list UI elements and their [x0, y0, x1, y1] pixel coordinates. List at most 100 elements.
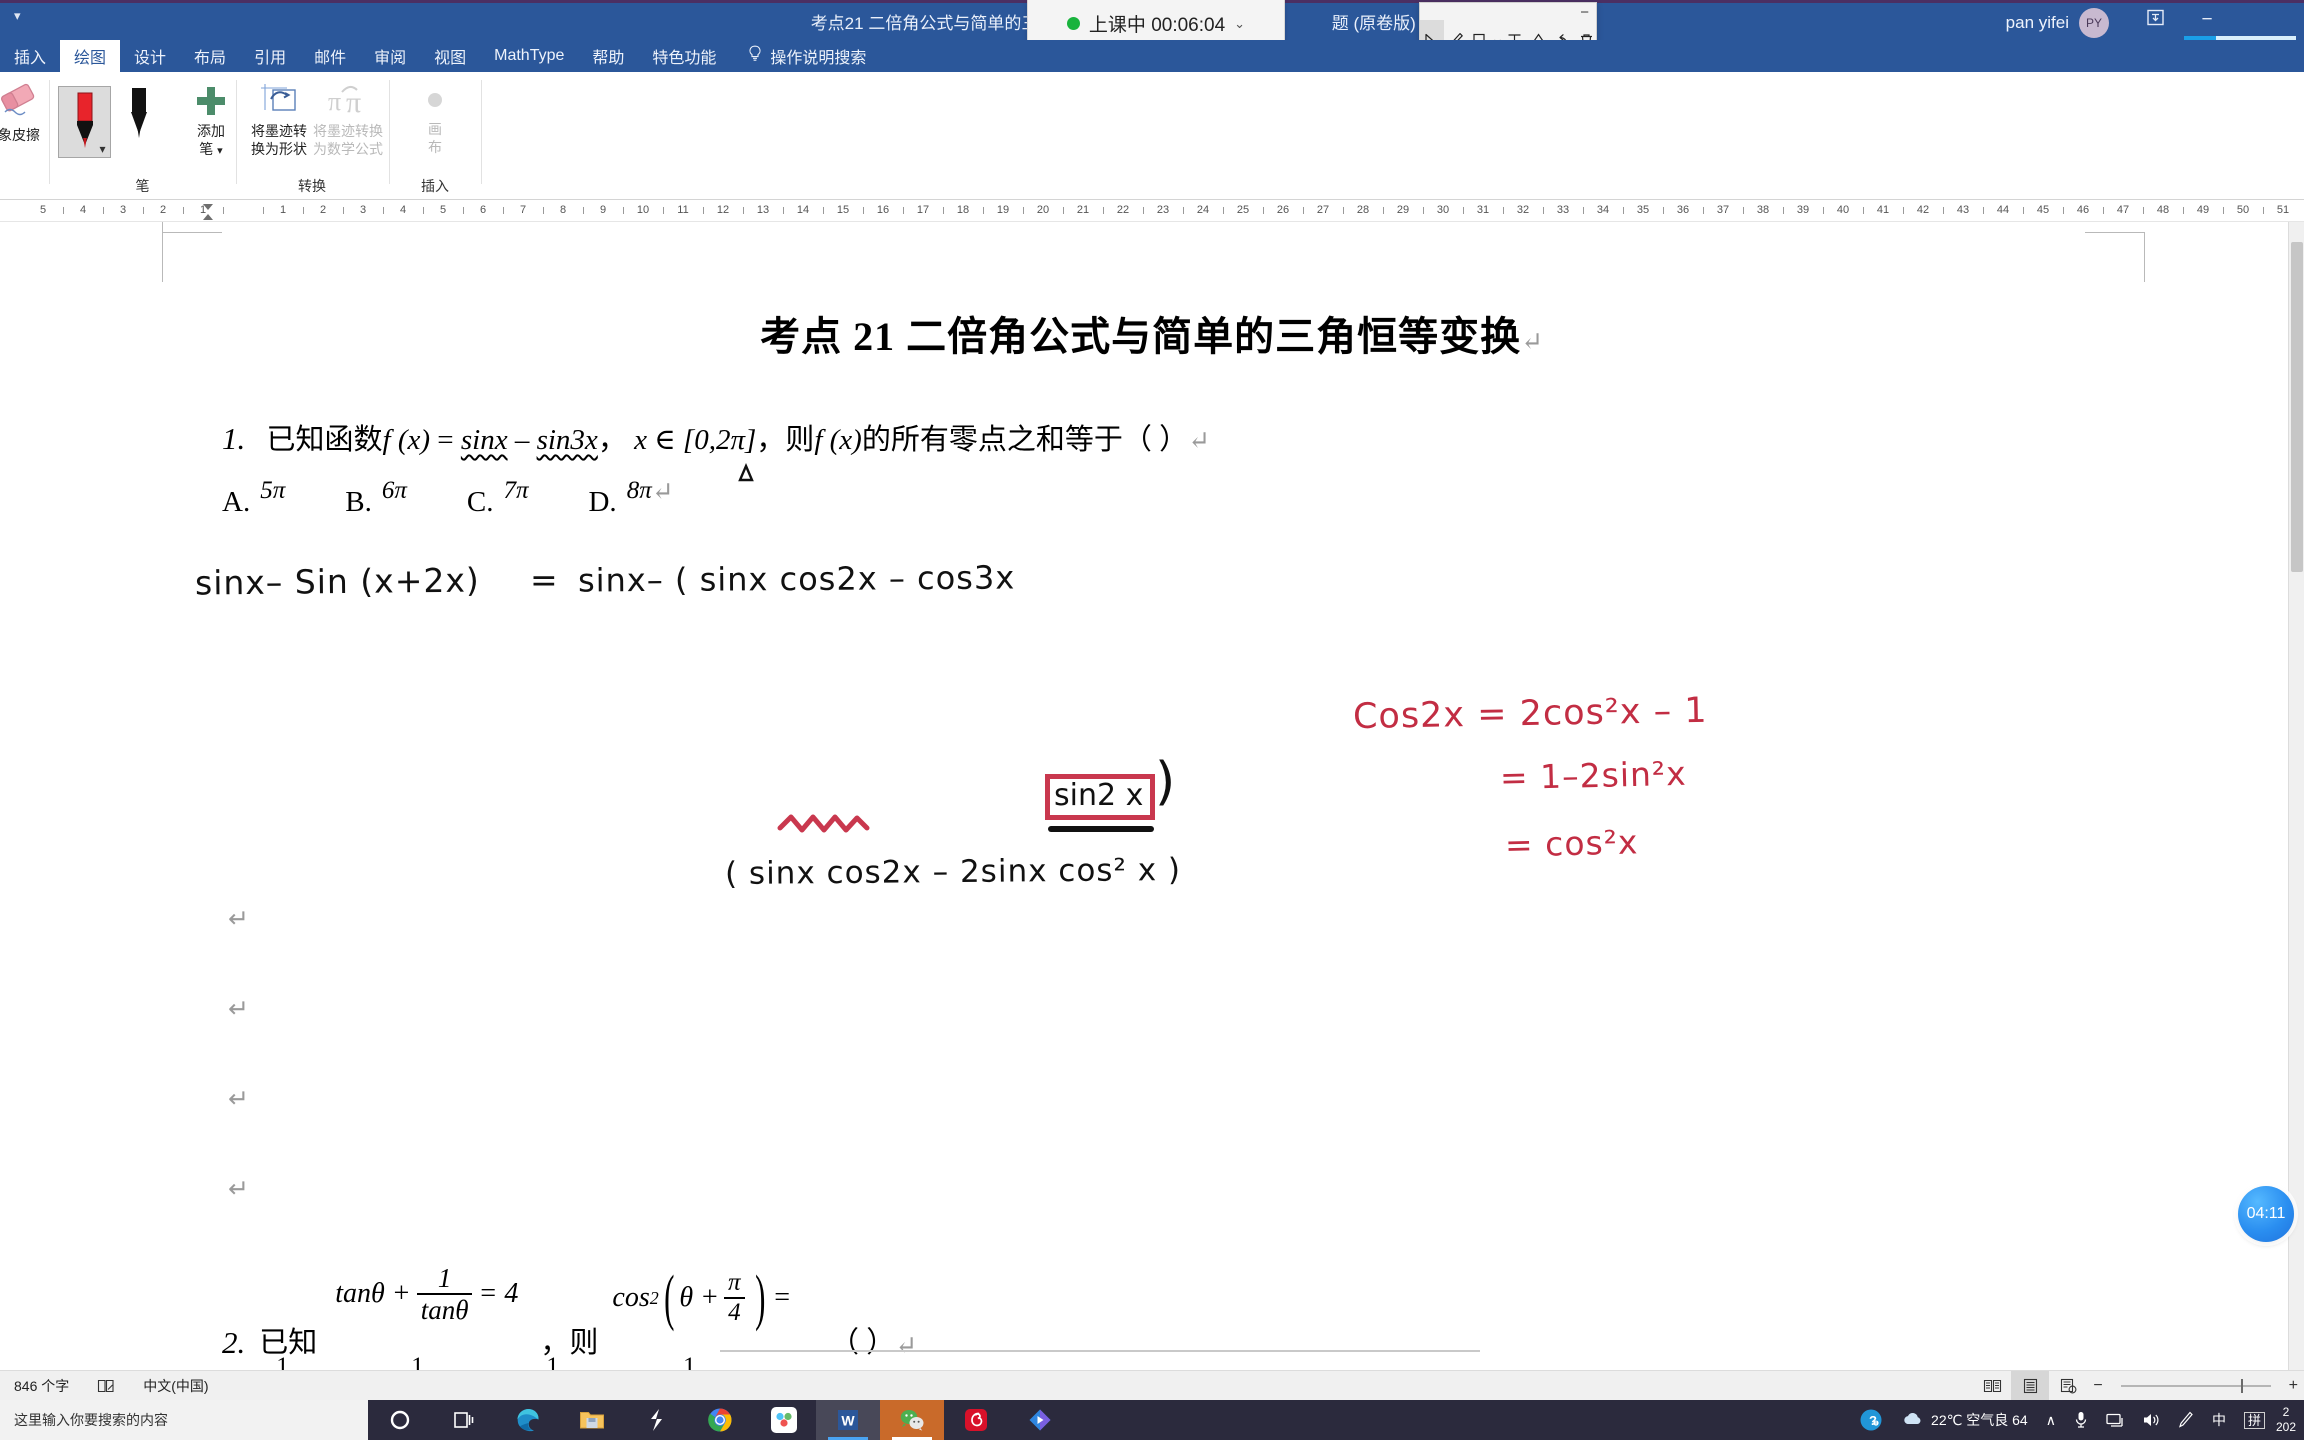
- zoom-in-button[interactable]: +: [2283, 1377, 2304, 1395]
- word-count[interactable]: 846 个字: [0, 1376, 83, 1396]
- tab-mathtype[interactable]: MathType: [480, 40, 578, 72]
- svg-text:π: π: [328, 87, 341, 116]
- clock[interactable]: 2 202: [2276, 1405, 2298, 1435]
- microphone-icon[interactable]: [2067, 1411, 2095, 1429]
- ruler-tick: [543, 207, 544, 214]
- ruler-tick: [1983, 207, 1984, 214]
- microsoft-word-icon[interactable]: W: [816, 1400, 880, 1440]
- pen-icon[interactable]: [2171, 1411, 2201, 1429]
- weather-widget[interactable]: 22℃ 空气良 64: [1894, 1410, 2035, 1430]
- ruler-mark: 46: [2076, 204, 2090, 216]
- document-canvas[interactable]: 考点 21 二倍角公式与简单的三角恒等变换↵ 1. 已知函数f (x) = si…: [0, 222, 2304, 1370]
- ppt-player-icon[interactable]: [1008, 1400, 1072, 1440]
- q1-option-d[interactable]: D. 8π: [588, 477, 651, 519]
- question-2-options: A. 1 5 B. 1 4: [222, 1353, 721, 1370]
- q2-option-a[interactable]: A. 1 5: [222, 1353, 293, 1370]
- q2-option-b[interactable]: B. 1 4: [359, 1353, 428, 1370]
- ruler-tick: [623, 207, 624, 214]
- google-chrome-icon[interactable]: [688, 1400, 752, 1440]
- q1-option-c[interactable]: C. 7π: [467, 477, 529, 519]
- zoom-out-button[interactable]: −: [2087, 1377, 2108, 1395]
- ruler-mark: 35: [1636, 204, 1650, 216]
- q2-tan-lhs: tanθ +: [335, 1278, 411, 1310]
- weather-text: 22℃ 空气良 64: [1931, 1412, 2028, 1428]
- add-pen-button[interactable]: 添加笔 ▾: [180, 84, 242, 158]
- zoom-slider-knob[interactable]: [2240, 1379, 2243, 1393]
- language-status[interactable]: 中文(中国): [129, 1376, 222, 1396]
- network-icon[interactable]: [2099, 1412, 2131, 1428]
- avatar[interactable]: PY: [2079, 8, 2109, 38]
- show-hidden-icons-chevron-icon[interactable]: ∧: [2039, 1412, 2063, 1429]
- chevron-down-icon[interactable]: ⌄: [1234, 16, 1245, 32]
- tab-view[interactable]: 视图: [420, 40, 480, 72]
- read-mode-view-button[interactable]: [1973, 1371, 2011, 1401]
- question-1-options: A. 5π B. 6π C. 7π D. 8π ↵: [222, 477, 674, 519]
- document-page[interactable]: 考点 21 二倍角公式与简单的三角恒等变换↵ 1. 已知函数f (x) = si…: [0, 222, 2304, 1370]
- volume-icon[interactable]: [2135, 1412, 2167, 1428]
- scrollbar-thumb[interactable]: [2291, 242, 2303, 572]
- ink-close-paren: ): [1155, 752, 1176, 812]
- timer-bubble[interactable]: 04:11: [2238, 1186, 2294, 1242]
- ruler-mark: 19: [996, 204, 1010, 216]
- ime-mode-indicator[interactable]: 拼: [2237, 1411, 2272, 1429]
- snipaste-icon[interactable]: [624, 1400, 688, 1440]
- tab-help[interactable]: 帮助: [578, 40, 638, 72]
- ruler-tick: [223, 207, 224, 214]
- horizontal-ruler[interactable]: 5 4 3 2 1 1 2 3 4 5 6 7 8 9 10 11 12 13 14 15 16 17 18 19 20 21 22…: [0, 200, 2304, 222]
- red-pen-button[interactable]: ▾: [58, 86, 111, 172]
- q2-option-c[interactable]: C. 1 3: [494, 1353, 563, 1370]
- ruler-tick: [1143, 207, 1144, 214]
- quick-access-toolbar-icon[interactable]: ▾: [14, 8, 20, 24]
- file-explorer-icon[interactable]: [560, 1400, 624, 1440]
- zoom-slider[interactable]: [2120, 1379, 2271, 1393]
- tab-design[interactable]: 设计: [120, 40, 180, 72]
- ruler-mark: 14: [796, 204, 810, 216]
- tab-layout[interactable]: 布局: [180, 40, 240, 72]
- add-pen-icon: [194, 84, 228, 123]
- ruler-left-indent-marker[interactable]: [200, 200, 216, 222]
- q2-pi-den: 4: [728, 1299, 741, 1327]
- proofing-errors-icon[interactable]: [83, 1378, 129, 1394]
- tab-references[interactable]: 引用: [240, 40, 300, 72]
- add-pen-label: 添加笔 ▾: [197, 123, 225, 157]
- q2-option-d[interactable]: D. 1 2: [629, 1353, 700, 1370]
- q2-answer-blank[interactable]: （ ）: [830, 1319, 895, 1361]
- ime-language-indicator[interactable]: 中: [2205, 1410, 2233, 1430]
- wechat-icon[interactable]: [880, 1400, 944, 1440]
- tab-review[interactable]: 审阅: [360, 40, 420, 72]
- user-account[interactable]: pan yifei PY: [2006, 8, 2109, 38]
- netease-music-icon[interactable]: [944, 1400, 1008, 1440]
- q1-option-a[interactable]: A. 5π: [222, 477, 285, 519]
- tab-draw[interactable]: 绘图: [60, 40, 121, 72]
- ink-to-math-button: π π 将墨迹转换 为数学公式: [313, 80, 383, 158]
- q1-option-a-value: 5π: [260, 477, 286, 504]
- tab-mailings[interactable]: 邮件: [300, 40, 360, 72]
- red-pen-chevron-icon[interactable]: ▾: [99, 142, 105, 156]
- microsoft-edge-icon[interactable]: [496, 1400, 560, 1440]
- ink-toolbar-minimize-icon[interactable]: −: [1580, 4, 1589, 21]
- print-layout-view-button[interactable]: [2011, 1371, 2050, 1401]
- help-circle-icon[interactable]: ? i: [1852, 1408, 1890, 1432]
- q1-option-b[interactable]: B. 6π: [345, 477, 407, 519]
- ink-to-shape-button[interactable]: 将墨迹转 换为形状: [247, 80, 311, 158]
- tell-me-search[interactable]: 操作说明搜索: [730, 40, 880, 72]
- black-pen-button[interactable]: [122, 86, 156, 153]
- tab-featured[interactable]: 特色功能: [638, 40, 730, 72]
- search-input[interactable]: 这里输入你要搜索的内容: [0, 1400, 368, 1440]
- eraser-button[interactable]: 象皮擦: [0, 82, 48, 145]
- ruler-tick: [503, 207, 504, 214]
- vertical-scrollbar[interactable]: [2288, 222, 2304, 1370]
- task-view-icon[interactable]: [432, 1400, 496, 1440]
- minimize-icon[interactable]: −: [2190, 8, 2224, 32]
- ribbon-display-options-icon[interactable]: [2138, 8, 2172, 34]
- classin-icon[interactable]: [752, 1400, 816, 1440]
- tab-insert[interactable]: 插入: [0, 40, 60, 72]
- web-layout-view-button[interactable]: [2049, 1371, 2087, 1401]
- ruler-tick: [1503, 207, 1504, 214]
- eraser-group: 象皮擦: [0, 72, 50, 200]
- cortana-icon[interactable]: [368, 1400, 432, 1440]
- ruler-mark: 9: [599, 204, 607, 216]
- ruler-tick: [1823, 207, 1824, 214]
- ruler-mark: 41: [1876, 204, 1890, 216]
- ruler-tick: [303, 207, 304, 214]
